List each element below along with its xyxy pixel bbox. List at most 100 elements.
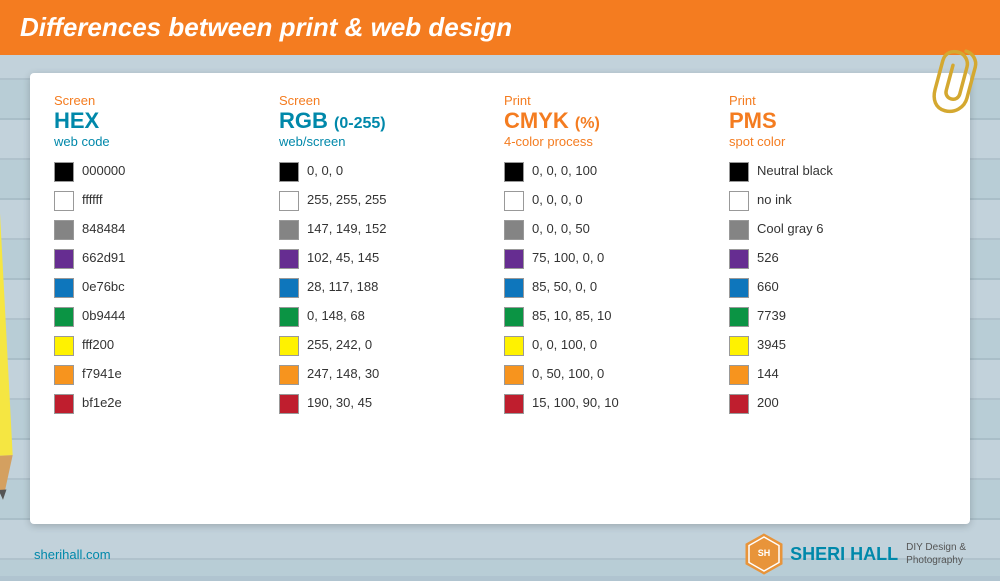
cmyk-value: 75, 100, 0, 0 (532, 250, 604, 267)
color-swatch (729, 394, 749, 414)
footer-url: sherihall.com (34, 547, 111, 562)
table-row: 0, 148, 68 (279, 305, 496, 329)
rgb-value: 190, 30, 45 (307, 395, 372, 412)
table-row: 255, 255, 255 (279, 189, 496, 213)
pms-value: 200 (757, 395, 779, 412)
cmyk-value: 85, 50, 0, 0 (532, 279, 597, 296)
hex-value: fff200 (82, 337, 114, 354)
table-row: 0, 0, 0, 50 (504, 218, 721, 242)
color-swatch (54, 307, 74, 327)
cmyk-value: 85, 10, 85, 10 (532, 308, 612, 325)
pms-main-title: PMS (729, 108, 946, 134)
table-row: bf1e2e (54, 392, 271, 416)
cmyk-value: 15, 100, 90, 10 (532, 395, 619, 412)
table-row: 0e76bc (54, 276, 271, 300)
table-row: 7739 (729, 305, 946, 329)
hex-column-data: 000000 ffffff 848484 662d91 0e76bc 0b9444 fff2… (54, 160, 271, 421)
color-swatch (504, 336, 524, 356)
pms-value: 660 (757, 279, 779, 296)
pms-value: 144 (757, 366, 779, 383)
table-row: 190, 30, 45 (279, 392, 496, 416)
hex-value: bf1e2e (82, 395, 122, 412)
color-swatch (504, 220, 524, 240)
table-row: 247, 148, 30 (279, 363, 496, 387)
table-row: 147, 149, 152 (279, 218, 496, 242)
table-row: Neutral black (729, 160, 946, 184)
color-swatch (729, 220, 749, 240)
columns-container: Screen HEX web code Screen RGB (0-255) w… (54, 93, 946, 421)
color-swatch (54, 162, 74, 182)
table-row: 85, 50, 0, 0 (504, 276, 721, 300)
rgb-value: 255, 255, 255 (307, 192, 387, 209)
main-content: Screen HEX web code Screen RGB (0-255) w… (30, 73, 970, 524)
pms-label: Print (729, 93, 946, 108)
rgb-label: Screen (279, 93, 496, 108)
cmyk-column-data: 0, 0, 0, 100 0, 0, 0, 0 0, 0, 0, 50 75, 100… (504, 160, 721, 421)
table-row: 0, 0, 0 (279, 160, 496, 184)
pms-value: 526 (757, 250, 779, 267)
pms-value: Neutral black (757, 163, 833, 180)
color-swatch (54, 365, 74, 385)
cmyk-column-header: Print CMYK (%) 4-color process (504, 93, 721, 150)
color-swatch (729, 365, 749, 385)
color-swatch (504, 365, 524, 385)
page-header: Differences between print & web design (0, 0, 1000, 55)
table-row: 15, 100, 90, 10 (504, 392, 721, 416)
table-row: f7941e (54, 363, 271, 387)
rgb-column-data: 0, 0, 0 255, 255, 255 147, 149, 152 102, 45… (279, 160, 496, 421)
color-swatch (279, 278, 299, 298)
color-swatch (504, 278, 524, 298)
color-swatch (504, 249, 524, 269)
cmyk-value: 0, 50, 100, 0 (532, 366, 604, 383)
table-row: 662d91 (54, 247, 271, 271)
table-row: 0, 0, 100, 0 (504, 334, 721, 358)
table-row: 3945 (729, 334, 946, 358)
color-swatch (729, 278, 749, 298)
hex-value: 0b9444 (82, 308, 125, 325)
pms-value: no ink (757, 192, 792, 209)
pms-value: 3945 (757, 337, 786, 354)
color-swatch (54, 336, 74, 356)
hex-value: 000000 (82, 163, 125, 180)
page-container: Differences between print & web design S… (0, 0, 1000, 576)
table-row: 85, 10, 85, 10 (504, 305, 721, 329)
footer-bar: sherihall.com SH SHERI HALL DIY Design &… (30, 532, 970, 576)
pms-column-data: Neutral blackno inkCool gray 65266607739… (729, 160, 946, 421)
color-swatch (279, 191, 299, 211)
cmyk-label: Print (504, 93, 721, 108)
table-row: 0, 50, 100, 0 (504, 363, 721, 387)
rgb-column-header: Screen RGB (0-255) web/screen (279, 93, 496, 150)
pms-column-header: Print PMS spot color (729, 93, 946, 150)
color-swatch (54, 191, 74, 211)
color-swatch (279, 336, 299, 356)
color-swatch (54, 220, 74, 240)
hex-value: 848484 (82, 221, 125, 238)
color-swatch (279, 307, 299, 327)
rgb-value: 247, 148, 30 (307, 366, 379, 383)
rgb-value: 0, 0, 0 (307, 163, 343, 180)
table-row: 526 (729, 247, 946, 271)
rgb-value: 102, 45, 145 (307, 250, 379, 267)
table-row: no ink (729, 189, 946, 213)
color-swatch (54, 278, 74, 298)
hex-column-header: Screen HEX web code (54, 93, 271, 150)
rgb-value: 28, 117, 188 (307, 279, 378, 296)
hex-main-title: HEX (54, 108, 271, 134)
rgb-sub-title: web/screen (279, 134, 496, 150)
table-row: 0b9444 (54, 305, 271, 329)
color-swatch (54, 394, 74, 414)
table-row: 75, 100, 0, 0 (504, 247, 721, 271)
color-swatch (729, 336, 749, 356)
pms-sub-title: spot color (729, 134, 946, 150)
page-title: Differences between print & web design (20, 12, 512, 42)
color-swatch (279, 365, 299, 385)
hex-value: ffffff (82, 192, 103, 209)
table-row: 200 (729, 392, 946, 416)
rgb-value: 147, 149, 152 (307, 221, 387, 238)
color-swatch (279, 220, 299, 240)
brand-name: SHERI HALL (790, 544, 898, 565)
cmyk-main-title: CMYK (%) (504, 108, 721, 134)
table-row: 848484 (54, 218, 271, 242)
table-row: 0, 0, 0, 100 (504, 160, 721, 184)
table-row: 0, 0, 0, 0 (504, 189, 721, 213)
